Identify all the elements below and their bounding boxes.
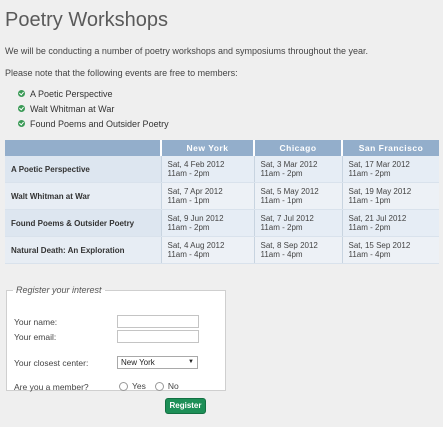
event-cell: Natural Death: An Exploration <box>5 236 162 264</box>
table-header-row: New York Chicago San Francisco <box>5 140 439 156</box>
free-events-list: A Poetic Perspective Walt Whitman at War… <box>18 86 169 131</box>
member-radio-group: Yes No <box>119 381 188 391</box>
yes-label[interactable]: Yes <box>132 381 146 391</box>
form-legend: Register your interest <box>16 285 102 295</box>
date-cell: Sat, 15 Sep 2012 11am - 4pm <box>342 236 439 264</box>
table-row: Natural Death: An Exploration Sat, 4 Aug… <box>5 236 439 264</box>
date: Sat, 8 Sep 2012 <box>260 241 318 250</box>
time: 11am - 2pm <box>260 169 303 178</box>
check-circle-icon <box>18 120 25 127</box>
event-name: Found Poems and Outsider Poetry <box>30 118 169 129</box>
column-header-event <box>5 140 162 156</box>
time: 11am - 1pm <box>167 196 210 205</box>
date: Sat, 4 Aug 2012 <box>167 241 225 250</box>
time: 11am - 2pm <box>167 223 210 232</box>
date: Sat, 15 Sep 2012 <box>348 241 411 250</box>
date-cell: Sat, 8 Sep 2012 11am - 4pm <box>254 236 343 264</box>
date: Sat, 9 Jun 2012 <box>167 214 224 223</box>
date-cell: Sat, 17 Mar 2012 11am - 2pm <box>342 156 439 183</box>
center-selected-value: New York <box>121 358 155 367</box>
page: Poetry Workshops We will be conducting a… <box>0 0 443 427</box>
page-title: Poetry Workshops <box>5 9 169 31</box>
list-item: Walt Whitman at War <box>18 101 169 116</box>
event-name: Walt Whitman at War <box>30 103 115 114</box>
time: 11am - 2pm <box>260 223 303 232</box>
time: 11am - 1pm <box>348 196 391 205</box>
time: 11am - 2pm <box>348 223 391 232</box>
email-label: Your email: <box>14 332 57 342</box>
table-row: Found Poems & Outsider Poetry Sat, 9 Jun… <box>5 209 439 237</box>
date: Sat, 21 Jul 2012 <box>348 214 407 223</box>
schedule-table: New York Chicago San Francisco A Poetic … <box>5 140 439 264</box>
date-cell: Sat, 7 Jul 2012 11am - 2pm <box>254 209 343 237</box>
column-header-new-york: New York <box>161 140 255 156</box>
date-cell: Sat, 19 May 2012 11am - 1pm <box>342 182 439 210</box>
table-row: Walt Whitman at War Sat, 7 Apr 2012 11am … <box>5 182 439 210</box>
time: 11am - 2pm <box>348 169 391 178</box>
name-input[interactable] <box>117 315 199 328</box>
date-cell: Sat, 4 Feb 2012 11am - 2pm <box>161 156 255 183</box>
date-cell: Sat, 9 Jun 2012 11am - 2pm <box>161 209 255 237</box>
list-item: Found Poems and Outsider Poetry <box>18 116 169 131</box>
column-header-san-francisco: San Francisco <box>342 140 439 156</box>
date: Sat, 7 Jul 2012 <box>260 214 314 223</box>
table-row: A Poetic Perspective Sat, 4 Feb 2012 11am… <box>5 156 439 183</box>
check-circle-icon <box>18 105 25 112</box>
date-cell: Sat, 7 Apr 2012 11am - 1pm <box>161 182 255 210</box>
event-cell: A Poetic Perspective <box>5 156 162 183</box>
register-form: Register your interest Your name: Your e… <box>6 285 226 392</box>
time: 11am - 2pm <box>167 169 210 178</box>
free-events-note: Please note that the following events ar… <box>5 68 238 78</box>
register-button[interactable]: Register <box>165 398 206 414</box>
date: Sat, 17 Mar 2012 <box>348 160 410 169</box>
date: Sat, 3 Mar 2012 <box>260 160 318 169</box>
list-item: A Poetic Perspective <box>18 86 169 101</box>
center-select[interactable]: New York ▼ <box>117 356 198 369</box>
date-cell: Sat, 21 Jul 2012 11am - 2pm <box>342 209 439 237</box>
date-cell: Sat, 4 Aug 2012 11am - 4pm <box>161 236 255 264</box>
event-cell: Walt Whitman at War <box>5 182 162 210</box>
intro-text: We will be conducting a number of poetry… <box>5 46 369 56</box>
time: 11am - 4pm <box>167 250 210 259</box>
check-circle-icon <box>18 90 25 97</box>
member-yes-radio[interactable] <box>119 381 128 391</box>
date-cell: Sat, 3 Mar 2012 11am - 2pm <box>254 156 343 183</box>
caret-down-icon: ▼ <box>188 359 194 365</box>
name-label: Your name: <box>14 317 58 327</box>
date: Sat, 7 Apr 2012 <box>167 187 223 196</box>
time: 11am - 4pm <box>260 250 303 259</box>
member-no-radio[interactable] <box>154 381 164 391</box>
column-header-chicago: Chicago <box>254 140 343 156</box>
date: Sat, 5 May 2012 <box>260 187 319 196</box>
time: 11am - 1pm <box>260 196 303 205</box>
no-label[interactable]: No <box>168 381 179 391</box>
time: 11am - 4pm <box>348 250 391 259</box>
event-name: A Poetic Perspective <box>30 88 113 99</box>
member-label: Are you a member? <box>14 382 89 392</box>
event-cell: Found Poems & Outsider Poetry <box>5 209 162 237</box>
center-label: Your closest center: <box>14 358 89 368</box>
date: Sat, 19 May 2012 <box>348 187 412 196</box>
email-input[interactable] <box>117 330 199 343</box>
date-cell: Sat, 5 May 2012 11am - 1pm <box>254 182 343 210</box>
date: Sat, 4 Feb 2012 <box>167 160 225 169</box>
